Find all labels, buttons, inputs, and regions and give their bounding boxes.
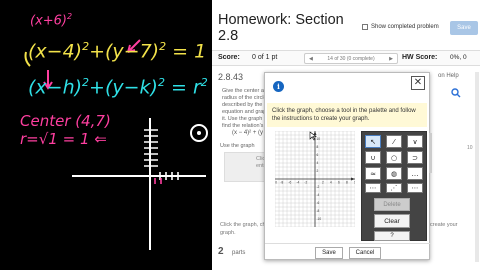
handwritten-board: (x+6)2 (x−4)2+(y−7)2 = 1 (x−h)2+(y−k)2 =… xyxy=(0,0,212,270)
prev-question-icon[interactable]: ◀ xyxy=(309,56,313,62)
next-question-icon[interactable]: ▶ xyxy=(389,56,393,62)
question-prompt: Give the center and radius of the circle… xyxy=(222,88,270,129)
y-tick-label: -2 xyxy=(317,185,320,189)
score-bar: Score: 0 of 1 pt ◀ 14 of 30 (0 complete)… xyxy=(212,50,480,66)
y-tick-label: 8 xyxy=(317,145,319,149)
parabola-tool[interactable]: ∪ xyxy=(365,151,381,164)
board-center-label: Center (4,7) xyxy=(20,112,111,130)
absolute-value-tool[interactable]: ∨ xyxy=(407,135,423,148)
cancel-button[interactable]: Cancel xyxy=(349,247,381,259)
page-title: Homework: Section 2.8 xyxy=(218,12,344,44)
x-tick-label: -8 xyxy=(280,181,283,185)
dialog-footer: Save Cancel xyxy=(265,243,431,261)
graph-canvas[interactable]: -10-10-8-8-6-6-4-4-2-2224466881010 xyxy=(275,131,355,227)
zoom-icon[interactable] xyxy=(451,88,461,98)
y-tick-label: -6 xyxy=(317,201,320,205)
background-graph-tick: 10 xyxy=(467,145,473,151)
cursor-icon xyxy=(309,131,317,141)
y-tick-label: 4 xyxy=(317,161,319,165)
help-link[interactable]: on Help xyxy=(438,73,459,79)
x-tick-label: 2 xyxy=(322,181,324,185)
x-tick-label: 4 xyxy=(330,181,332,185)
tool-palette: ↖ ⁄ ∨ ∪ ○ ⊃ ≈ ◍ … ⋯ ⋰ ⋯ Delete Clear ? xyxy=(361,131,427,241)
info-icon: i xyxy=(273,81,284,92)
show-completed-checkbox[interactable] xyxy=(362,24,368,30)
board-radius-label: r=√1 = 1 ⇐ xyxy=(20,130,107,148)
create-your-text: create your xyxy=(430,222,458,228)
palette-scrollbar[interactable] xyxy=(429,133,432,173)
board-line-2: (x−4)2+(y−7)2 = 1 xyxy=(28,40,207,63)
question-navigator[interactable]: ◀ 14 of 30 (0 complete) ▶ xyxy=(304,53,398,64)
y-tick-label: -8 xyxy=(317,209,320,213)
sideways-parabola-tool[interactable]: ⊃ xyxy=(407,151,423,164)
score-value: 0 of 1 pt xyxy=(252,54,278,61)
save-button-top[interactable]: Save xyxy=(450,21,478,35)
y-tick-label: 6 xyxy=(317,153,319,157)
question-number: 2.8.43 xyxy=(218,72,244,82)
sine-tool[interactable]: ≈ xyxy=(365,167,381,180)
circle-tool[interactable]: ○ xyxy=(386,151,402,164)
y-tick-label: -10 xyxy=(317,217,322,221)
x-tick-label: -4 xyxy=(296,181,299,185)
line-tool[interactable]: ⁄ xyxy=(386,135,402,148)
parts-label: parts xyxy=(232,250,246,256)
page-scrollbar[interactable] xyxy=(475,72,479,262)
x-tick-label: -2 xyxy=(304,181,307,185)
more-tools-button[interactable]: … xyxy=(407,167,423,180)
x-tick-label: 6 xyxy=(338,181,340,185)
parts-count: 2 xyxy=(218,246,224,257)
use-graph-text: Use the graph xyxy=(220,143,255,149)
board-line-3: (x−h)2+(y−k)2 = r2 xyxy=(28,76,208,99)
x-tick-label: 10 xyxy=(354,181,355,185)
close-button[interactable]: ✕ xyxy=(411,76,425,90)
y-tick-label: 2 xyxy=(317,169,319,173)
x-tick-label: 8 xyxy=(346,181,348,185)
save-button[interactable]: Save xyxy=(315,247,343,259)
point-tool[interactable]: ◍ xyxy=(386,167,402,180)
dotted-line-tool[interactable]: ⋯ xyxy=(407,183,423,193)
score-label: Score: xyxy=(218,54,240,61)
show-completed-label: Show completed problem xyxy=(371,24,439,30)
pointer-tool[interactable]: ↖ xyxy=(365,135,381,148)
hw-score-value: 0%, 0 xyxy=(450,54,467,61)
y-tick-label: 10 xyxy=(317,137,321,141)
graph-word: graph. xyxy=(220,230,236,236)
delete-button[interactable]: Delete xyxy=(374,198,410,211)
clear-button[interactable]: Clear xyxy=(374,214,410,228)
graph-tool-dialog: i ✕ Click the graph, choose a tool in th… xyxy=(264,72,432,261)
solid-line-tool[interactable]: ⋯ xyxy=(365,183,381,193)
x-tick-label: -10 xyxy=(275,181,277,185)
dialog-instructions: Click the graph, choose a tool in the pa… xyxy=(267,103,427,127)
y-tick-label: -4 xyxy=(317,193,320,197)
show-completed-toggle[interactable]: Show completed problem xyxy=(362,24,439,30)
question-nav-label: 14 of 30 (0 complete) xyxy=(327,55,375,62)
board-line-1: (x+6)2 xyxy=(30,12,73,29)
palette-help-button[interactable]: ? xyxy=(374,231,410,241)
hw-score-label: HW Score: xyxy=(402,54,438,61)
dashed-line-tool[interactable]: ⋰ xyxy=(386,183,402,193)
x-tick-label: -6 xyxy=(288,181,291,185)
